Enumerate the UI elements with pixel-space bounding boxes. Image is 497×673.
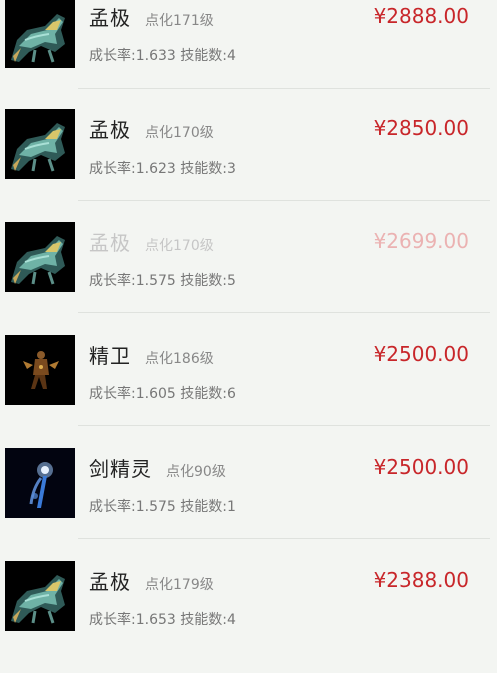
pet-thumbnail-bird-figure <box>5 335 75 405</box>
divider <box>78 88 490 89</box>
pet-level: 点化171级 <box>145 13 214 29</box>
pet-stats: 成长率:1.633 技能数:4 <box>89 48 236 64</box>
pet-level: 点化186级 <box>145 351 214 367</box>
pet-thumbnail-sword-spirit <box>5 448 75 518</box>
pet-stats: 成长率:1.653 技能数:4 <box>89 612 236 628</box>
price: ¥2888.00 <box>373 4 469 28</box>
pet-listing-list: 孟极 点化171级 ¥2888.00 成长率:1.633 技能数:4 孟极 点化17… <box>0 0 497 635</box>
listing-item[interactable]: 孟极 点化171级 ¥2888.00 成长率:1.633 技能数:4 <box>0 0 490 111</box>
pet-thumbnail-tiger <box>5 109 75 179</box>
pet-thumbnail-tiger <box>5 0 75 68</box>
price: ¥2500.00 <box>373 455 469 479</box>
pet-name: 孟极 点化179级 <box>89 570 214 594</box>
divider <box>78 312 490 313</box>
price: ¥2699.00 <box>373 229 469 253</box>
pet-level: 点化90级 <box>166 464 226 480</box>
listing-item[interactable]: 剑精灵 点化90级 ¥2500.00 成长率:1.575 技能数:1 <box>0 448 490 560</box>
divider <box>78 538 490 539</box>
price: ¥2500.00 <box>373 342 469 366</box>
pet-name: 孟极 点化170级 <box>89 231 214 255</box>
pet-name: 精卫 点化186级 <box>89 344 214 368</box>
pet-stats: 成长率:1.575 技能数:5 <box>89 273 236 289</box>
price: ¥2388.00 <box>373 568 469 592</box>
listing-item[interactable]: 孟极 点化170级 ¥2850.00 成长率:1.623 技能数:3 <box>0 109 490 221</box>
pet-level: 点化170级 <box>145 125 214 141</box>
pet-thumbnail-tiger <box>5 561 75 631</box>
price: ¥2850.00 <box>373 116 469 140</box>
pet-level: 点化170级 <box>145 238 214 254</box>
pet-name: 孟极 点化170级 <box>89 118 214 142</box>
pet-level: 点化179级 <box>145 577 214 593</box>
divider <box>78 200 490 201</box>
pet-thumbnail-tiger <box>5 222 75 292</box>
divider <box>78 425 490 426</box>
listing-item[interactable]: 孟极 点化170级 ¥2699.00 成长率:1.575 技能数:5 <box>0 222 490 334</box>
pet-name: 剑精灵 点化90级 <box>89 457 226 481</box>
listing-item[interactable]: 孟极 点化179级 ¥2388.00 成长率:1.653 技能数:4 <box>0 561 490 673</box>
pet-stats: 成长率:1.623 技能数:3 <box>89 161 236 177</box>
listing-item[interactable]: 精卫 点化186级 ¥2500.00 成长率:1.605 技能数:6 <box>0 335 490 447</box>
pet-stats: 成长率:1.575 技能数:1 <box>89 499 236 515</box>
pet-stats: 成长率:1.605 技能数:6 <box>89 386 236 402</box>
pet-name: 孟极 点化171级 <box>89 6 214 30</box>
